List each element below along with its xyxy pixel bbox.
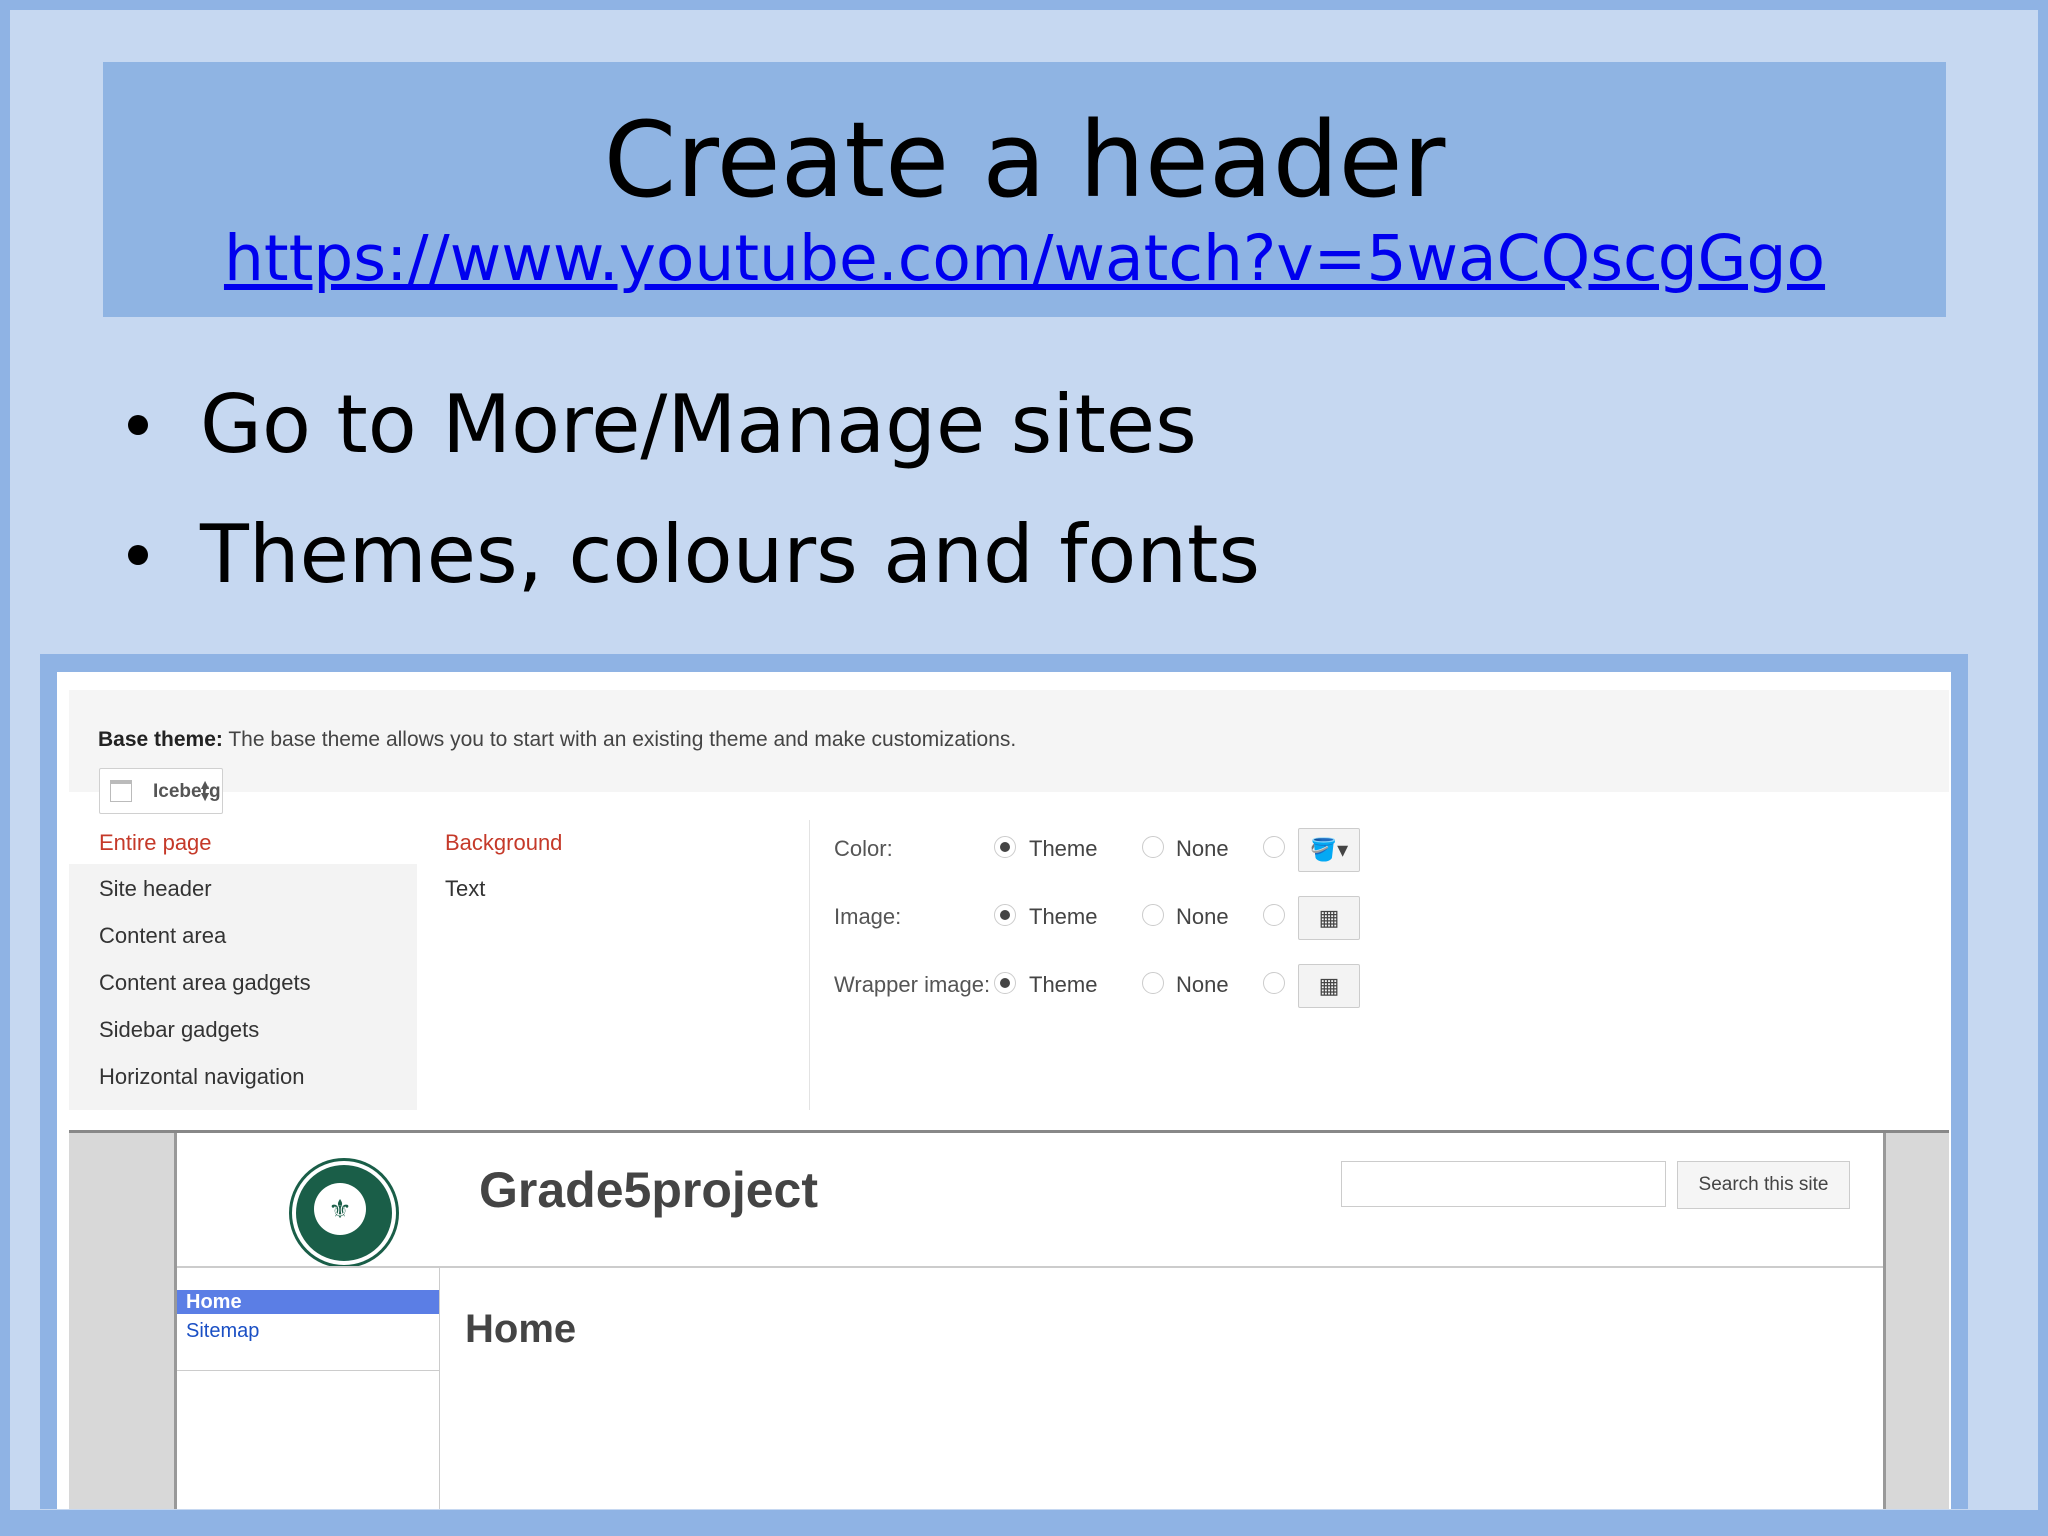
- base-theme-desc: The base theme allows you to start with …: [222, 728, 1017, 751]
- image-icon[interactable]: ▦: [1298, 964, 1360, 1008]
- slide-title: Create a header: [603, 99, 1446, 221]
- wrapper-theme-label: Theme: [1029, 972, 1098, 997]
- preview-page: ⚜ Grade5project Search this site Home Si…: [174, 1133, 1886, 1509]
- color-label: Color:: [834, 836, 893, 861]
- sidebar-nav: Home Sitemap: [177, 1268, 440, 1371]
- site-preview: ⚜ Grade5project Search this site Home Si…: [69, 1130, 1949, 1509]
- search-button[interactable]: Search this site: [1677, 1161, 1850, 1209]
- theme-thumbnail-icon: [110, 780, 132, 802]
- base-theme-label: Base theme:: [98, 728, 223, 751]
- section-entire-page[interactable]: Entire page: [99, 830, 212, 856]
- youtube-link[interactable]: https://www.youtube.com/watch?v=5waCQscg…: [103, 222, 1946, 295]
- subsection-background[interactable]: Background: [445, 830, 562, 856]
- base-theme-description: Base theme: The base theme allows you to…: [98, 728, 1016, 752]
- image-theme-radio[interactable]: [994, 904, 1016, 926]
- color-none-label: None: [1176, 836, 1229, 861]
- nav-item-home[interactable]: Home: [177, 1290, 439, 1314]
- color-none-radio[interactable]: [1142, 836, 1164, 858]
- embedded-screenshot: Base theme: The base theme allows you to…: [57, 672, 1951, 1509]
- options-panel: Color: Theme None 🪣▾ Image: Theme None ▦…: [809, 820, 1950, 1110]
- bullet-text: Themes, colours and fonts: [200, 508, 1261, 601]
- section-horizontal-navigation[interactable]: Horizontal navigation: [99, 1064, 304, 1090]
- nav-item-sitemap[interactable]: Sitemap: [186, 1320, 259, 1343]
- bullet-list: Go to More/Manage sites Themes, colours …: [120, 375, 1260, 635]
- page-heading: Home: [465, 1307, 577, 1351]
- image-icon[interactable]: ▦: [1298, 896, 1360, 940]
- color-theme-radio[interactable]: [994, 836, 1016, 858]
- image-none-label: None: [1176, 904, 1229, 929]
- school-logo-icon: ⚜: [292, 1161, 396, 1265]
- subsection-text[interactable]: Text: [445, 876, 485, 902]
- color-theme-label: Theme: [1029, 836, 1098, 861]
- bullet-dot: [128, 545, 148, 565]
- logo-emblem-icon: ⚜: [314, 1183, 366, 1235]
- paint-bucket-icon[interactable]: 🪣▾: [1298, 828, 1360, 872]
- section-content-area-gadgets[interactable]: Content area gadgets: [99, 970, 311, 996]
- image-option-row: Image: Theme None ▦: [810, 896, 1410, 940]
- image-label: Image:: [834, 904, 902, 929]
- section-content-area[interactable]: Content area: [99, 923, 226, 949]
- content-divider: [439, 1268, 440, 1509]
- wrapper-image-option-row: Wrapper image: Theme None ▦: [810, 964, 1410, 1008]
- color-custom-radio[interactable]: [1263, 836, 1285, 858]
- bullet-item: Themes, colours and fonts: [120, 505, 1260, 635]
- title-box: Create a header https://www.youtube.com/…: [103, 62, 1946, 317]
- wrapper-none-label: None: [1176, 972, 1229, 997]
- image-theme-label: Theme: [1029, 904, 1098, 929]
- wrapper-custom-radio[interactable]: [1263, 972, 1285, 994]
- bullet-dot: [128, 415, 148, 435]
- wrapper-none-radio[interactable]: [1142, 972, 1164, 994]
- theme-select[interactable]: Iceberg ▲ ▼: [99, 768, 223, 814]
- section-list: Entire page Site header Content area Con…: [69, 820, 417, 1110]
- updown-arrow-icon: ▲ ▼: [198, 776, 212, 804]
- bullet-text: Go to More/Manage sites: [200, 378, 1197, 471]
- color-option-row: Color: Theme None 🪣▾: [810, 828, 1410, 872]
- bullet-item: Go to More/Manage sites: [120, 375, 1260, 505]
- wrapper-image-label: Wrapper image:: [834, 972, 991, 997]
- section-site-header[interactable]: Site header: [99, 876, 212, 902]
- site-title[interactable]: Grade5project: [479, 1161, 818, 1219]
- search-input[interactable]: [1341, 1161, 1666, 1207]
- image-none-radio[interactable]: [1142, 904, 1164, 926]
- base-theme-bar: Base theme: The base theme allows you to…: [69, 690, 1949, 814]
- wrapper-theme-radio[interactable]: [994, 972, 1016, 994]
- section-sidebar-gadgets[interactable]: Sidebar gadgets: [99, 1017, 259, 1043]
- image-custom-radio[interactable]: [1263, 904, 1285, 926]
